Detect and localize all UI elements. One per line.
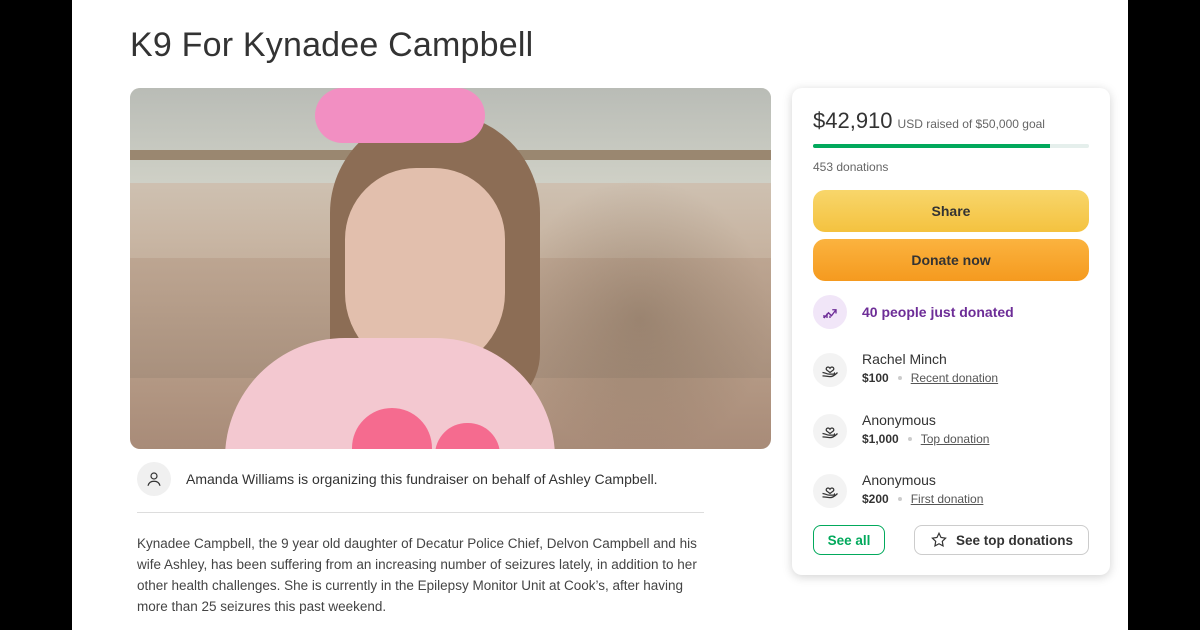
organizer-row: Amanda Williams is organizing this fundr… xyxy=(137,462,658,496)
see-all-button[interactable]: See all xyxy=(813,525,885,555)
progress-fill xyxy=(813,144,1050,148)
donor-tag-link[interactable]: Recent donation xyxy=(911,371,998,385)
donation-heart-hand-icon xyxy=(813,353,847,387)
star-icon xyxy=(931,531,947,548)
donor-item: Rachel Minch $100 Recent donation xyxy=(813,351,998,387)
recent-donations-trend: 40 people just donated xyxy=(813,295,1014,329)
donor-name: Anonymous xyxy=(862,472,936,488)
donor-name: Rachel Minch xyxy=(862,351,947,367)
campaign-story: Kynadee Campbell, the 9 year old daughte… xyxy=(137,536,697,614)
separator-dot xyxy=(897,497,902,501)
donation-heart-hand-icon xyxy=(813,474,847,508)
donation-heart-hand-icon xyxy=(813,414,847,448)
share-button[interactable]: Share xyxy=(813,190,1089,232)
organizer-text: Amanda Williams is organizing this fundr… xyxy=(186,471,658,487)
donor-tag-link[interactable]: First donation xyxy=(911,492,984,506)
donor-amount: $1,000 xyxy=(862,432,899,446)
donor-item: Anonymous $1,000 Top donation xyxy=(813,412,989,448)
raised-summary: $42,910 USD raised of $50,000 goal xyxy=(813,108,1045,134)
donor-amount: $100 xyxy=(862,371,889,385)
donor-tag-link[interactable]: Top donation xyxy=(921,432,990,446)
fundraiser-page: K9 For Kynadee Campbell Amanda Williams … xyxy=(72,0,1128,630)
raised-amount: $42,910 xyxy=(813,108,893,133)
separator-dot xyxy=(897,376,902,380)
donor-amount: $200 xyxy=(862,492,889,506)
campaign-hero-image[interactable] xyxy=(130,88,771,449)
page-title: K9 For Kynadee Campbell xyxy=(130,26,534,64)
donor-item: Anonymous $200 First donation xyxy=(813,472,983,508)
separator-dot xyxy=(907,437,912,441)
progress-bar xyxy=(813,144,1089,148)
see-top-donations-button[interactable]: See top donations xyxy=(914,525,1089,555)
trend-text: 40 people just donated xyxy=(862,304,1014,320)
donation-card: $42,910 USD raised of $50,000 goal 453 d… xyxy=(792,88,1110,575)
divider xyxy=(137,512,704,513)
see-top-donations-label: See top donations xyxy=(955,532,1073,548)
raised-goal-label: USD raised of $50,000 goal xyxy=(897,117,1045,131)
donation-count: 453 donations xyxy=(813,160,889,174)
user-icon xyxy=(137,462,171,496)
donor-name: Anonymous xyxy=(862,412,936,428)
trending-up-icon xyxy=(813,295,847,329)
donate-now-button[interactable]: Donate now xyxy=(813,239,1089,281)
